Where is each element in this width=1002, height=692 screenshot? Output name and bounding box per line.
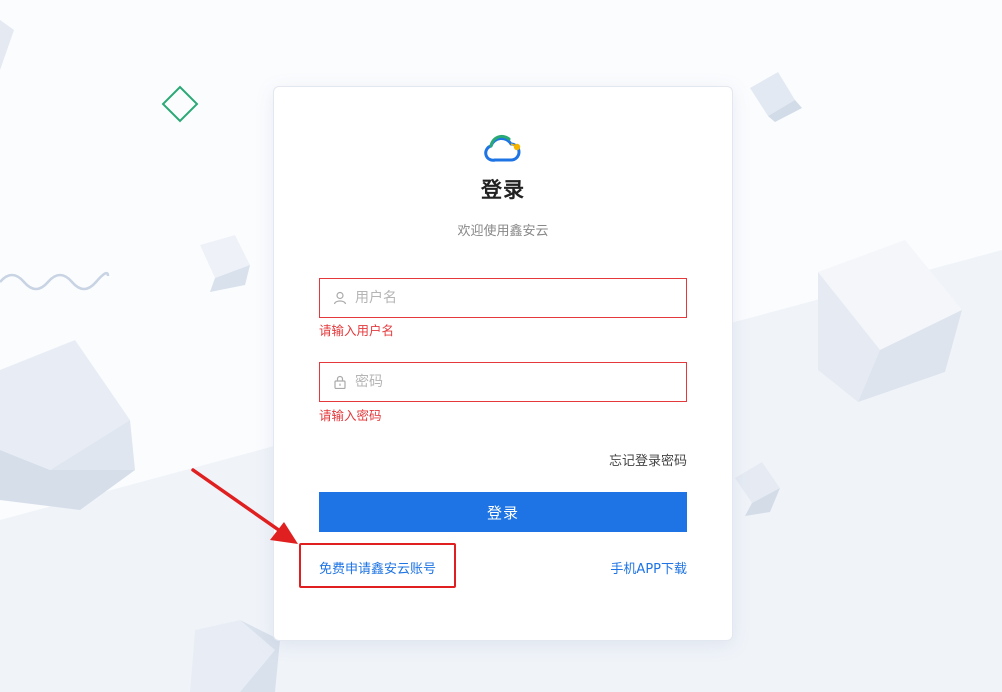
annotation-highlight-box bbox=[299, 543, 456, 588]
annotation-arrow bbox=[191, 468, 298, 544]
